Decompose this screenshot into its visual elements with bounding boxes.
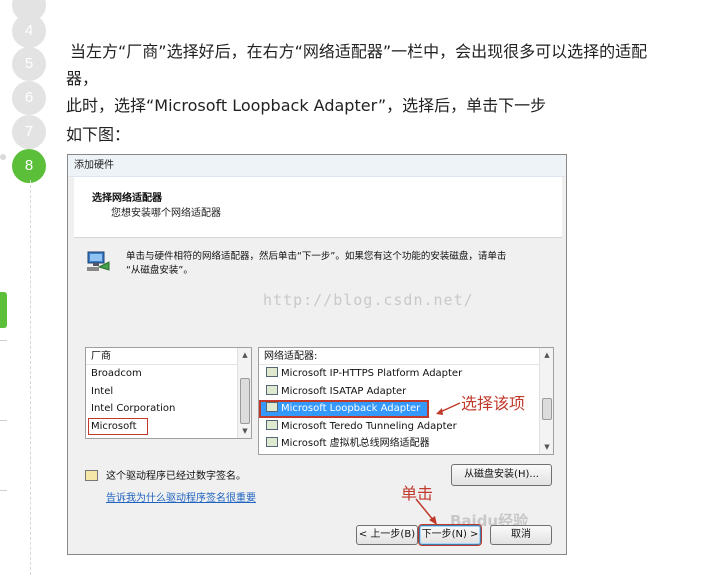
adapter-item-selected[interactable]: Microsoft Loopback Adapter bbox=[259, 400, 429, 418]
adapter-label: Microsoft Teredo Tunneling Adapter bbox=[281, 420, 457, 432]
manufacturer-item[interactable]: Broadcom bbox=[86, 365, 251, 383]
dialog-title-bar: 添加硬件 bbox=[68, 155, 566, 177]
scroll-thumb[interactable] bbox=[542, 398, 552, 420]
edge-marker bbox=[0, 154, 6, 160]
step-rail: 4 5 6 7 8 bbox=[0, 0, 60, 575]
scroll-thumb[interactable] bbox=[240, 378, 250, 424]
manufacturer-item[interactable]: Intel Corporation bbox=[86, 400, 251, 418]
annotation-arrow-icon bbox=[415, 498, 437, 525]
step-rail-line bbox=[30, 180, 31, 575]
dialog-header: 选择网络适配器 您想安装哪个网络适配器 bbox=[74, 177, 562, 238]
adapter-label: Microsoft 虚拟机总线网络适配器 bbox=[281, 438, 430, 449]
annotation-arrow-icon bbox=[436, 402, 461, 415]
manufacturer-item-selected[interactable]: Microsoft bbox=[86, 417, 251, 436]
step-6-badge[interactable]: 6 bbox=[12, 81, 46, 115]
driver-signed-text: 这个驱动程序已经过数字签名。 bbox=[106, 471, 246, 482]
header-title: 选择网络适配器 bbox=[92, 193, 162, 204]
edge-divider bbox=[0, 340, 7, 341]
header-subtitle: 您想安装哪个网络适配器 bbox=[111, 208, 221, 219]
driver-signed-icon bbox=[85, 470, 98, 481]
step-5-badge[interactable]: 5 bbox=[12, 47, 46, 81]
back-button[interactable]: < 上一步(B) bbox=[356, 525, 418, 545]
adapter-scrollbar[interactable]: ▲ ▼ bbox=[539, 348, 553, 454]
adapter-list-header: 网络适配器: bbox=[259, 348, 553, 365]
feedback-side-tab[interactable] bbox=[0, 292, 7, 328]
instructions-line-1: 单击与硬件相符的网络适配器，然后单击“下一步”。如果您有这个功能的安装磁盘，请单… bbox=[126, 251, 507, 262]
scroll-up-icon[interactable]: ▲ bbox=[240, 350, 250, 360]
scroll-up-icon[interactable]: ▲ bbox=[542, 350, 552, 360]
manufacturer-item-label: Microsoft bbox=[88, 417, 148, 435]
annotation-select-item: 选择该项 bbox=[461, 394, 526, 413]
scroll-down-icon[interactable]: ▼ bbox=[240, 426, 250, 436]
adapter-label: Microsoft ISATAP Adapter bbox=[281, 385, 407, 397]
adapter-label: Microsoft Loopback Adapter bbox=[281, 403, 421, 414]
adapter-icon bbox=[266, 384, 278, 395]
adapter-item[interactable]: Microsoft 虚拟机总线网络适配器 bbox=[259, 435, 553, 453]
edge-divider bbox=[0, 490, 7, 491]
adapter-icon bbox=[266, 367, 278, 377]
have-disk-button[interactable]: 从磁盘安装(H)... bbox=[451, 464, 552, 486]
manufacturer-list[interactable]: 厂商 Broadcom Intel Intel Corporation Micr… bbox=[85, 347, 252, 439]
network-adapter-icon bbox=[87, 251, 110, 271]
adapter-item[interactable]: Microsoft IP-HTTPS Platform Adapter bbox=[259, 365, 553, 383]
article-line-4: 如下图： bbox=[66, 125, 131, 144]
step-7-badge[interactable]: 7 bbox=[12, 115, 46, 149]
instructions-line-2: “从磁盘安装”。 bbox=[126, 265, 193, 276]
article-line-2: 器， bbox=[66, 69, 99, 88]
cancel-button[interactable]: 取消 bbox=[490, 525, 552, 545]
edge-divider bbox=[0, 420, 7, 421]
step-4-badge[interactable]: 4 bbox=[12, 14, 46, 48]
dialog-screenshot: 添加硬件 选择网络适配器 您想安装哪个网络适配器 单击与硬件相符的网络适配器，然… bbox=[67, 154, 567, 555]
adapter-label: Microsoft IP-HTTPS Platform Adapter bbox=[281, 368, 463, 379]
article-line-3: 此时，选择“Microsoft Loopback Adapter”，选择后，单击… bbox=[66, 96, 547, 115]
blog-url-watermark: http://blog.csdn.net/ bbox=[263, 291, 474, 309]
driver-signing-link[interactable]: 告诉我为什么驱动程序签名很重要 bbox=[106, 489, 256, 504]
manufacturer-list-header: 厂商 bbox=[86, 348, 251, 365]
adapter-item[interactable]: Microsoft Teredo Tunneling Adapter bbox=[259, 418, 553, 436]
next-button[interactable]: 下一步(N) > bbox=[418, 524, 482, 546]
manufacturer-scrollbar[interactable]: ▲ ▼ bbox=[237, 348, 251, 438]
scroll-down-icon[interactable]: ▼ bbox=[542, 442, 552, 452]
adapter-icon bbox=[266, 419, 278, 430]
manufacturer-item[interactable]: Intel bbox=[86, 383, 251, 401]
article-line-1: 当左方“厂商”选择好后，在右方“网络适配器”一栏中，会出现很多可以选择的适配 bbox=[70, 42, 648, 61]
step-8-badge-active[interactable]: 8 bbox=[12, 149, 46, 183]
adapter-icon bbox=[266, 437, 278, 447]
instructions: 单击与硬件相符的网络适配器，然后单击“下一步”。如果您有这个功能的安装磁盘，请单… bbox=[126, 250, 556, 278]
adapter-icon bbox=[266, 402, 278, 412]
